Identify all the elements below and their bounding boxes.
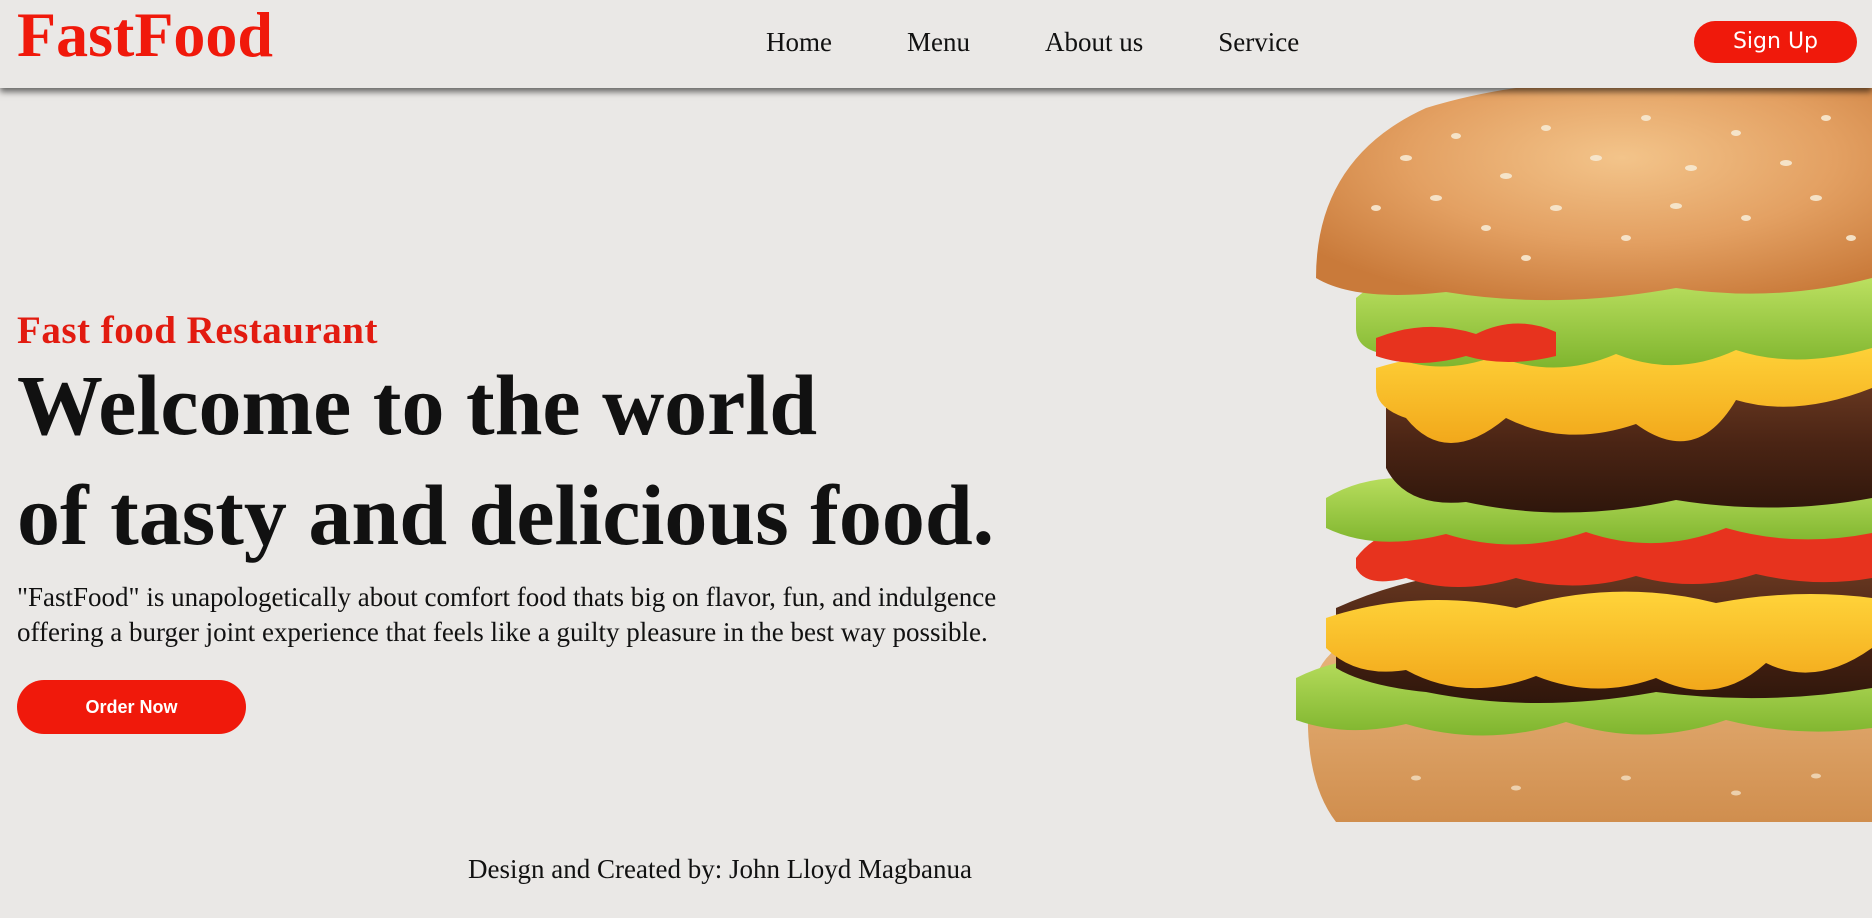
hero-description-line-1: "FastFood" is unapologetically about com… — [17, 582, 997, 612]
nav-menu-link[interactable]: Menu — [907, 24, 970, 60]
nav-service-link[interactable]: Service — [1218, 24, 1299, 60]
nav-about-link[interactable]: About us — [1045, 24, 1143, 60]
burger-image — [1296, 88, 1872, 822]
hero-subtitle: Fast food Restaurant — [17, 309, 378, 352]
burger-illustration — [1296, 88, 1872, 822]
hero-text: Fast food Restaurant Welcome to the worl… — [17, 308, 1167, 650]
hero-description: "FastFood" is unapologetically about com… — [17, 580, 1167, 650]
navbar: FastFood Home Menu About us Service Sign… — [0, 0, 1872, 88]
hero-headline-line-1: Welcome to the world — [17, 357, 818, 453]
brand-logo[interactable]: FastFood — [17, 0, 273, 70]
hero-description-line-2: offering a burger joint experience that … — [17, 617, 988, 647]
hero-headline-line-2: of tasty and delicious food. — [17, 467, 995, 563]
footer-credit: Design and Created by: John Lloyd Magban… — [468, 854, 972, 884]
hero-headline: Welcome to the world of tasty and delici… — [17, 350, 1167, 570]
order-now-button[interactable]: Order Now — [17, 680, 246, 734]
sign-up-button[interactable]: Sign Up — [1694, 21, 1857, 63]
nav-home-link[interactable]: Home — [766, 24, 832, 60]
nav-links: Home Menu About us Service — [766, 24, 1299, 60]
